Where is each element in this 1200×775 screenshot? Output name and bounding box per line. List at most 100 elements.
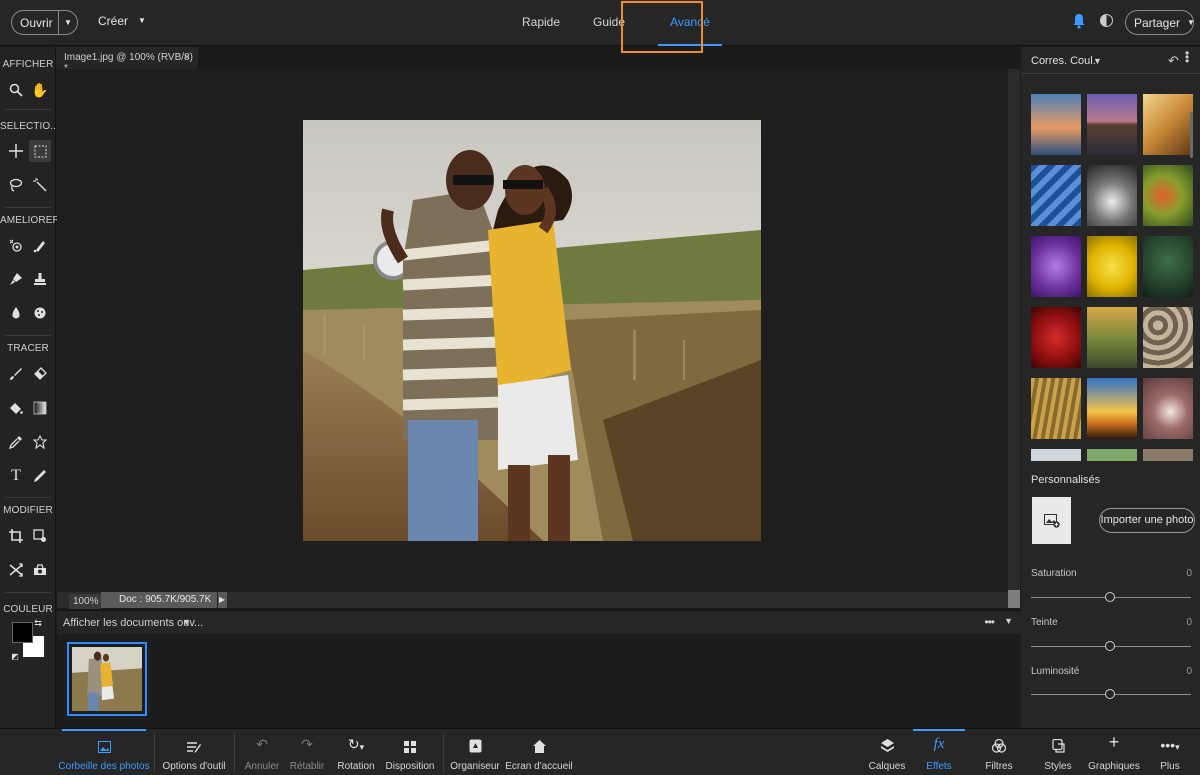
- close-icon[interactable]: ×: [184, 52, 190, 63]
- layout-button[interactable]: Disposition: [386, 729, 434, 775]
- divider: [5, 109, 51, 110]
- chevron-down-icon[interactable]: ▼: [1093, 56, 1102, 66]
- preset-thumbnail[interactable]: [1143, 165, 1193, 226]
- marquee-tool-icon[interactable]: [29, 140, 51, 162]
- recompose-tool-icon[interactable]: [29, 525, 51, 547]
- red-eye-tool-icon[interactable]: [5, 235, 27, 257]
- rotate-button[interactable]: ↻ ▾ Rotation: [337, 729, 375, 775]
- undo-button[interactable]: ↶ Annuler: [244, 729, 280, 775]
- preset-thumbnail[interactable]: [1143, 94, 1193, 155]
- styles-button[interactable]: Styles: [1040, 729, 1076, 775]
- swap-colors-icon[interactable]: ⇆: [33, 618, 43, 628]
- foreground-color-swatch[interactable]: [12, 622, 33, 643]
- zoom-level[interactable]: 100%: [69, 594, 101, 609]
- scrollbar-thumb[interactable]: [1008, 590, 1020, 608]
- create-button-label: Créer: [98, 14, 129, 28]
- chevron-right-icon[interactable]: ▶: [217, 592, 227, 608]
- preset-thumbnail[interactable]: [1143, 236, 1193, 297]
- preset-thumbnail[interactable]: [1087, 236, 1137, 297]
- tab-rapide[interactable]: Rapide: [512, 0, 565, 46]
- type-tool-icon[interactable]: T: [5, 465, 27, 487]
- lasso-tool-icon[interactable]: [5, 174, 27, 196]
- chevron-down-icon[interactable]: ▼: [59, 18, 77, 27]
- add-custom-photo-button[interactable]: [1032, 497, 1071, 544]
- chevron-down-icon[interactable]: ▼: [182, 617, 191, 627]
- more-button[interactable]: ••• ▾ Plus: [1155, 729, 1185, 775]
- sponge-tool-icon[interactable]: [29, 302, 51, 324]
- home-screen-button[interactable]: Ecran d'accueil: [505, 729, 573, 775]
- filters-label: Filtres: [985, 761, 1013, 772]
- brush-tool-icon[interactable]: [5, 363, 27, 385]
- preset-thumbnail[interactable]: [1031, 236, 1081, 297]
- preset-thumbnail[interactable]: [1087, 94, 1137, 155]
- smart-brush-tool-icon[interactable]: [5, 268, 27, 290]
- rotate-icon: ↻ ▾: [347, 736, 365, 752]
- preset-thumbnail[interactable]: [1031, 165, 1081, 226]
- tool-options-label: Options d'outil: [162, 761, 226, 772]
- clone-stamp-tool-icon[interactable]: [29, 268, 51, 290]
- preset-thumbnail[interactable]: [1031, 378, 1081, 439]
- create-button[interactable]: Créer ▼: [98, 14, 146, 28]
- plus-icon: +: [1108, 732, 1120, 752]
- panel-menu-icon[interactable]: • • •: [1185, 47, 1189, 67]
- preset-thumbnail[interactable]: [1143, 307, 1193, 368]
- organizer-button[interactable]: Organiseur: [450, 729, 500, 775]
- blur-tool-icon[interactable]: [5, 302, 27, 324]
- photo-bin-button[interactable]: Corbeille des photos: [58, 729, 150, 775]
- import-photo-button[interactable]: Importer une photo: [1099, 508, 1195, 533]
- eraser-tool-icon[interactable]: [29, 363, 51, 385]
- graphics-button[interactable]: + Graphiques: [1088, 729, 1140, 775]
- more-options-icon[interactable]: •••: [984, 615, 995, 629]
- tool-options-button[interactable]: Options d'outil: [162, 729, 226, 775]
- content-aware-move-tool-icon[interactable]: [5, 559, 27, 581]
- straighten-tool-icon[interactable]: [29, 559, 51, 581]
- layers-button[interactable]: Calques: [868, 729, 906, 775]
- move-tool-icon[interactable]: [5, 140, 27, 162]
- document-photo[interactable]: [303, 120, 761, 541]
- section-modify-label: MODIFIER: [3, 505, 53, 516]
- theme-contrast-icon[interactable]: [1100, 14, 1113, 27]
- preset-thumbnail[interactable]: [1143, 378, 1193, 439]
- panel-title[interactable]: Corres. Coul.: [1031, 55, 1096, 67]
- healing-brush-tool-icon[interactable]: [29, 235, 51, 257]
- photo-bin-header: Afficher les documents ouv... ▼ ••• ▼: [57, 610, 1021, 634]
- paint-bucket-tool-icon[interactable]: [5, 397, 27, 419]
- filters-button[interactable]: Filtres: [980, 729, 1018, 775]
- brightness-slider-handle[interactable]: [1105, 689, 1115, 699]
- hue-slider-handle[interactable]: [1105, 641, 1115, 651]
- redo-button[interactable]: ↷ Rétablir: [289, 729, 325, 775]
- open-button[interactable]: Ouvrir ▼: [11, 10, 78, 35]
- preset-thumbnail[interactable]: [1087, 307, 1137, 368]
- preset-thumbnail[interactable]: [1031, 94, 1081, 155]
- preset-thumbnail[interactable]: [1143, 449, 1193, 461]
- default-colors-icon[interactable]: ◩: [10, 651, 20, 661]
- rotate-label: Rotation: [337, 761, 375, 772]
- preset-thumbnail[interactable]: [1087, 378, 1137, 439]
- preset-thumbnail[interactable]: [1031, 449, 1081, 461]
- zoom-tool-icon[interactable]: [5, 79, 27, 101]
- magic-wand-tool-icon[interactable]: [29, 174, 51, 196]
- effects-button[interactable]: fx Effets: [913, 729, 965, 775]
- tool-options-icon: [187, 729, 201, 753]
- share-button[interactable]: Partager ▼: [1125, 10, 1195, 35]
- eyedropper-tool-icon[interactable]: [5, 431, 27, 453]
- photo-bin-thumbnail[interactable]: [67, 642, 147, 716]
- document-tab[interactable]: Image1.jpg @ 100% (RVB/8) * ×: [56, 47, 198, 74]
- preset-thumbnail[interactable]: [1087, 165, 1137, 226]
- panel-scrollbar-thumb[interactable]: [1190, 112, 1193, 158]
- hand-tool-icon[interactable]: ✋: [29, 79, 51, 101]
- custom-shape-tool-icon[interactable]: [29, 431, 51, 453]
- bell-icon[interactable]: [1072, 13, 1086, 29]
- collapse-icon[interactable]: ▼: [1004, 616, 1013, 626]
- divider: [5, 497, 51, 498]
- gradient-tool-icon[interactable]: [29, 397, 51, 419]
- pencil-tool-icon[interactable]: [29, 465, 51, 487]
- reset-icon[interactable]: ↶: [1168, 53, 1179, 69]
- crop-tool-icon[interactable]: [5, 525, 27, 547]
- preset-thumbnail[interactable]: [1087, 449, 1137, 461]
- redo-icon: ↷: [301, 736, 313, 752]
- preset-thumbnail[interactable]: [1031, 307, 1081, 368]
- divider: [5, 592, 51, 593]
- vertical-scrollbar[interactable]: [1008, 69, 1020, 608]
- saturation-slider-handle[interactable]: [1105, 592, 1115, 602]
